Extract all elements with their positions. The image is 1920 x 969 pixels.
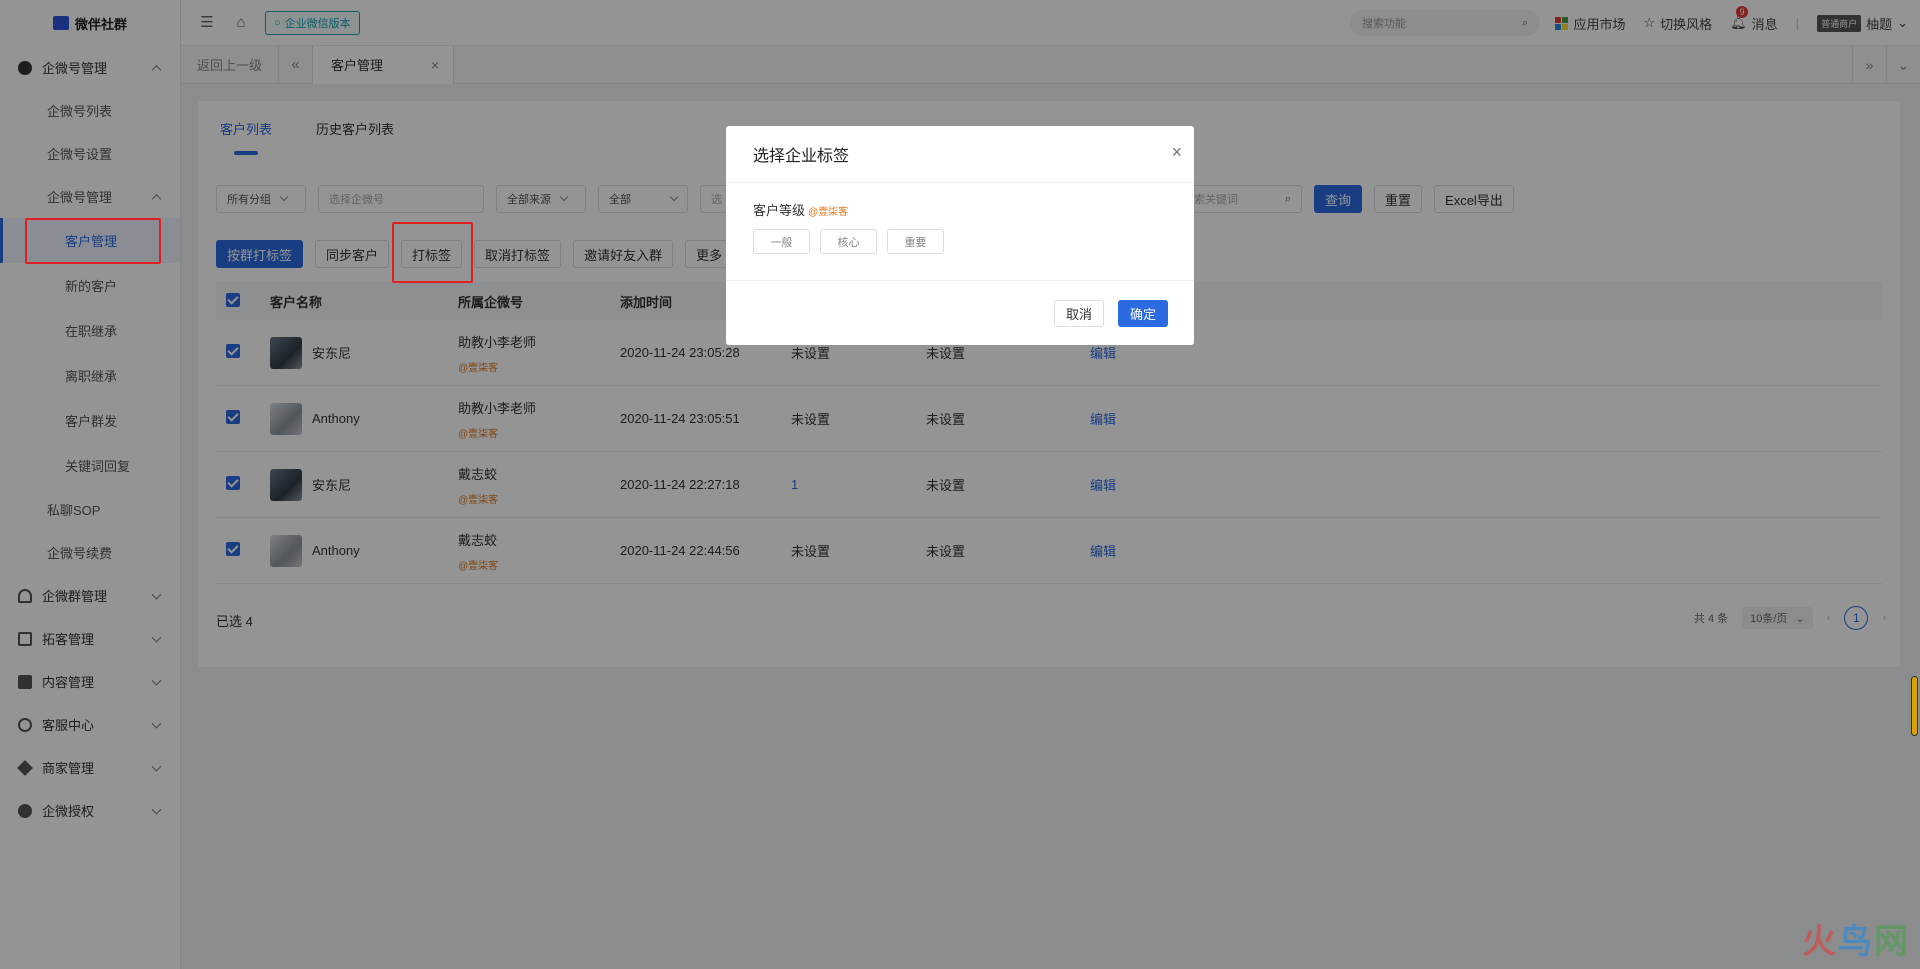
tag-option[interactable]: 重要 <box>887 229 944 254</box>
select-tag-dialog: 选择企业标签 × 客户等级 @壹柒客 一般 核心 重要 取消 确定 <box>726 126 1194 345</box>
confirm-button[interactable]: 确定 <box>1117 300 1168 327</box>
close-icon[interactable]: × <box>1171 142 1182 163</box>
dialog-title: 选择企业标签 <box>753 148 850 165</box>
dialog-body: 客户等级 @壹柒客 一般 核心 重要 <box>726 183 1194 281</box>
scrollbar-thumb[interactable] <box>1911 676 1918 736</box>
dialog-header: 选择企业标签 × <box>726 126 1194 183</box>
tag-option[interactable]: 核心 <box>820 229 877 254</box>
tag-group-label: 客户等级 @壹柒客 <box>753 203 849 218</box>
cancel-button[interactable]: 取消 <box>1053 300 1104 327</box>
watermark-logo: 火 鸟 网 <box>1802 923 1908 961</box>
tag-option[interactable]: 一般 <box>753 229 810 254</box>
